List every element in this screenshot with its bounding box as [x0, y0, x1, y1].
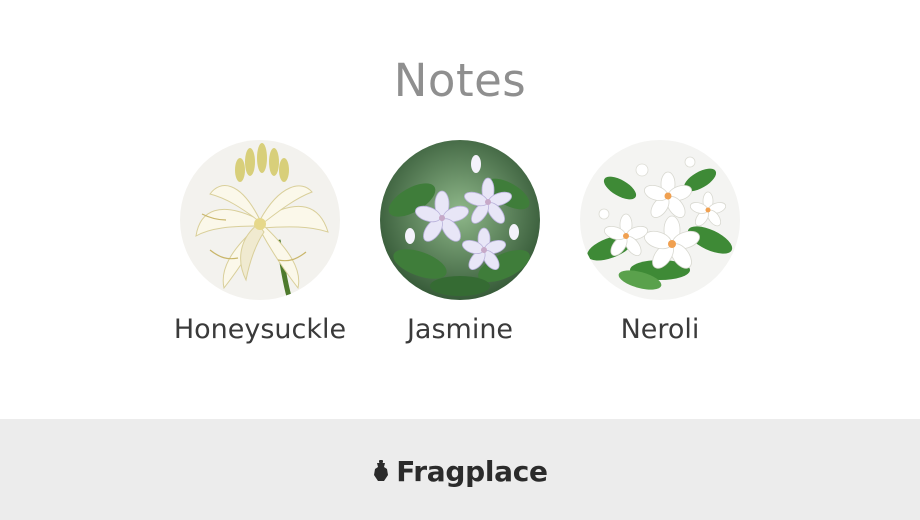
page: Notes Honeysuckle Jasmine Neroli Fragpla… [0, 0, 920, 520]
bottle-icon [372, 460, 390, 482]
note-card-neroli[interactable]: Neroli [560, 140, 760, 360]
neroli-flower-image[interactable] [580, 140, 740, 300]
brand-logo[interactable]: Fragplace [0, 451, 920, 491]
note-card-jasmine[interactable]: Jasmine [360, 140, 560, 360]
note-label[interactable]: Honeysuckle [160, 312, 360, 348]
notes-section: Notes Honeysuckle Jasmine Neroli [0, 0, 920, 419]
jasmine-flower-image[interactable] [380, 140, 540, 300]
brand-name: Fragplace [396, 454, 548, 488]
footer: Fragplace [0, 419, 920, 520]
notes-title: Notes [393, 54, 527, 107]
note-label[interactable]: Neroli [560, 312, 760, 348]
note-label[interactable]: Jasmine [360, 312, 560, 348]
note-card-honeysuckle[interactable]: Honeysuckle [160, 140, 360, 360]
honeysuckle-flower-image[interactable] [180, 140, 340, 300]
